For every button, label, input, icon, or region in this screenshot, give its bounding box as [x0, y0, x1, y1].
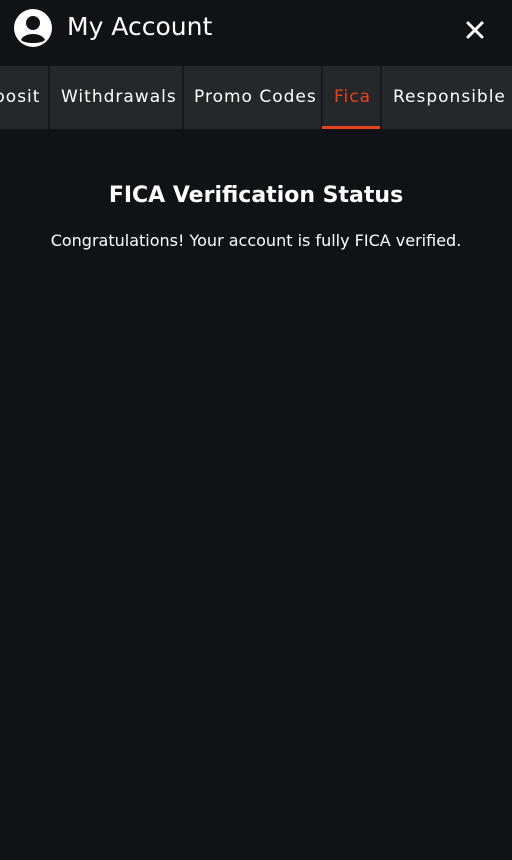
- tab-divider: [48, 66, 50, 129]
- tab-divider: [182, 66, 184, 129]
- close-icon[interactable]: [458, 13, 492, 47]
- user-avatar-icon[interactable]: [14, 9, 52, 47]
- page-title: My Account: [67, 12, 213, 41]
- account-tabs: posit Withdrawals Promo Codes Fica Respo…: [0, 66, 512, 129]
- fica-status-message: Congratulations! Your account is fully F…: [50, 231, 462, 250]
- app-header: My Account: [0, 0, 512, 66]
- tab-responsible[interactable]: Responsible: [393, 66, 506, 129]
- tab-promo-codes[interactable]: Promo Codes: [194, 66, 317, 129]
- tab-divider: [321, 66, 323, 129]
- tab-fica[interactable]: Fica: [334, 66, 371, 129]
- tab-deposit[interactable]: posit: [0, 66, 40, 129]
- active-tab-indicator: [322, 126, 380, 129]
- tab-withdrawals[interactable]: Withdrawals: [61, 66, 177, 129]
- fica-status-heading: FICA Verification Status: [108, 183, 404, 208]
- tab-divider: [380, 66, 382, 129]
